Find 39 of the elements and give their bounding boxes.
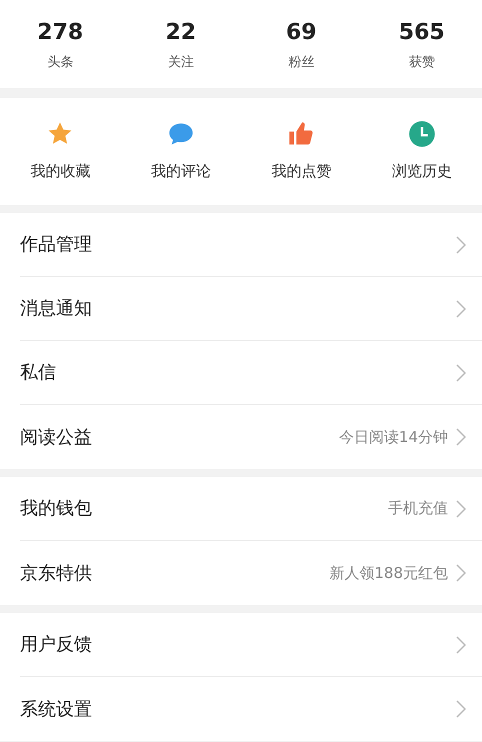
stat-value: 278: [37, 18, 84, 47]
menu-item[interactable]: 我的钱包 手机充值: [20, 477, 482, 541]
menu-label: 阅读公益: [20, 426, 93, 450]
menu-label: 作品管理: [20, 233, 93, 257]
stat-value: 22: [165, 18, 196, 47]
stat-label: 头条: [47, 54, 74, 72]
menu-item[interactable]: 京东特供 新人领188元红包: [20, 541, 482, 605]
menu-item[interactable]: 私信: [20, 341, 482, 405]
menu-label: 私信: [20, 361, 57, 385]
menu-label: 我的钱包: [20, 497, 93, 521]
menu-label: 消息通知: [20, 297, 93, 321]
chevron-right-icon: [456, 428, 466, 446]
shortcut-label[interactable]: 我的收藏: [30, 160, 90, 183]
menu-item[interactable]: 消息通知: [20, 277, 482, 341]
menu-detail: 手机充值: [388, 498, 448, 520]
chevron-right-icon: [456, 500, 466, 518]
stat-value: 565: [398, 18, 445, 47]
chevron-right-icon: [456, 564, 466, 582]
chevron-right-icon: [456, 636, 466, 654]
chevron-right-icon: [456, 364, 466, 382]
chevron-right-icon: [456, 300, 466, 318]
stat-value: 69: [286, 18, 317, 47]
menu-label: 系统设置: [20, 698, 93, 722]
menu-item[interactable]: 阅读公益 今日阅读14分钟: [20, 405, 482, 469]
shortcut-label[interactable]: 浏览历史: [392, 160, 452, 183]
chevron-right-icon: [456, 236, 466, 254]
shortcut-label[interactable]: 我的点赞: [271, 160, 332, 183]
menu-label: 京东特供: [20, 562, 93, 586]
stat-label: 粉丝: [288, 54, 314, 72]
menu-item[interactable]: 作品管理: [20, 213, 482, 277]
menu-item[interactable]: 系统设置: [20, 677, 482, 741]
menu-label: 用户反馈: [20, 633, 93, 657]
stat-label: 关注: [168, 54, 194, 72]
menu-detail: 新人领188元红包: [329, 562, 448, 584]
menu-detail: 今日阅读14分钟: [338, 426, 448, 448]
chevron-right-icon: [456, 700, 466, 718]
menu-item[interactable]: 用户反馈: [20, 613, 482, 677]
shortcut-label[interactable]: 我的评论: [150, 160, 211, 183]
stat-label: 获赞: [408, 54, 435, 72]
